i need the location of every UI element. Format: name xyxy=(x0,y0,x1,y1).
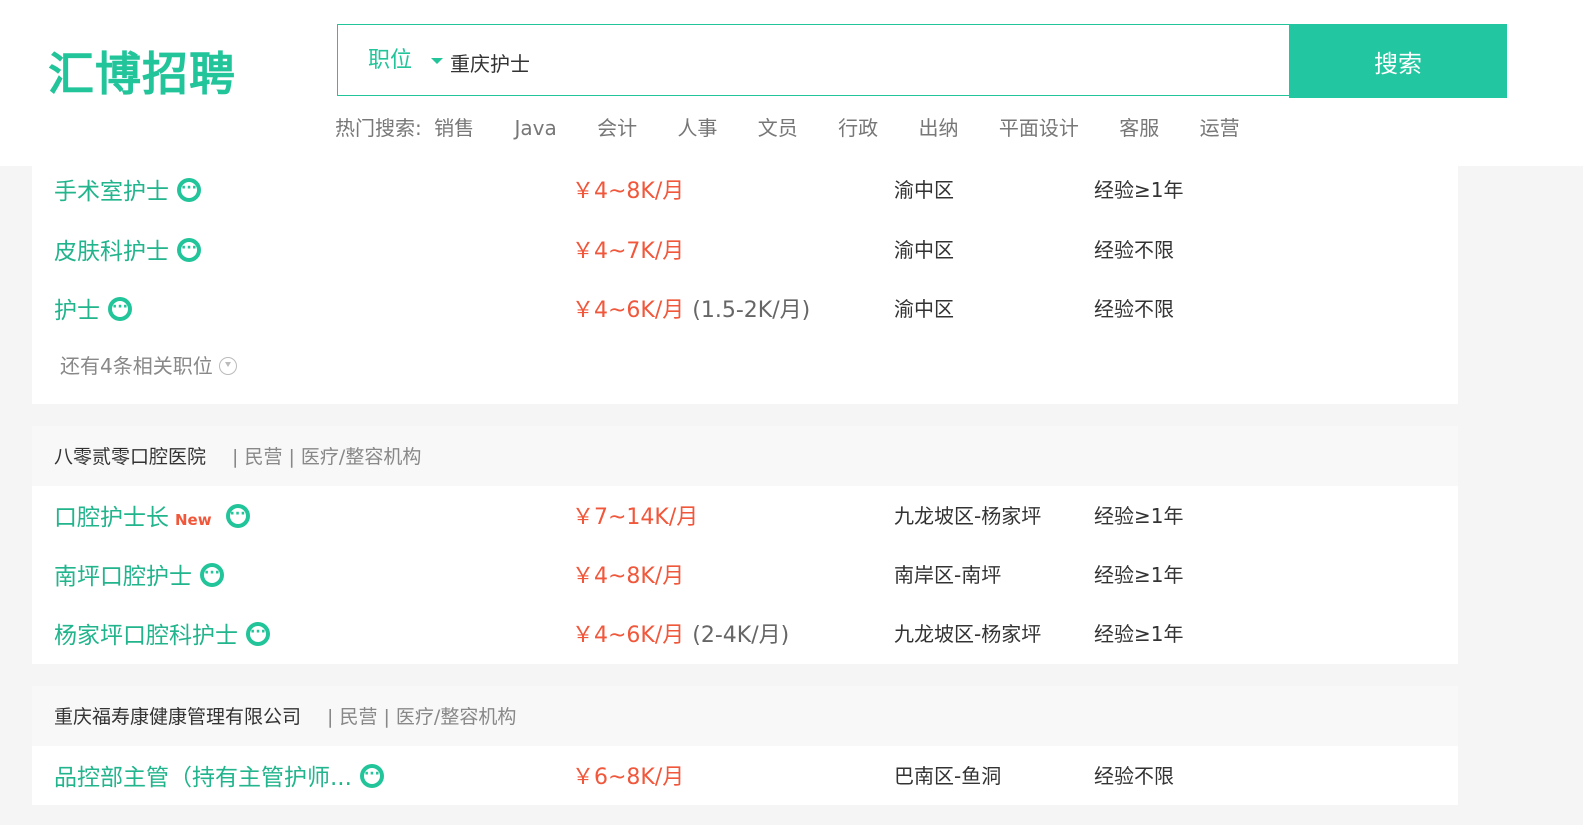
search-box: 职位 xyxy=(337,24,1289,96)
company-card: 八零贰零口腔医院 | 民营 | 医疗/整容机构 口腔护士长New ￥7~14K/月… xyxy=(32,426,1458,664)
job-experience: 经验不限 xyxy=(1094,238,1174,262)
company-meta: | 民营 | 医疗/整容机构 xyxy=(327,706,517,728)
job-row[interactable]: 手术室护士 ￥4~8K/月 渝中区 经验≥1年 xyxy=(32,160,1458,219)
hot-search-link[interactable]: 文员 xyxy=(758,116,798,140)
hot-searches: 热门搜索: 销售 Java 会计 人事 文员 行政 出纳 平面设计 客服 运营 xyxy=(335,113,1274,143)
job-salary: ￥4~6K/月 (2-4K/月) xyxy=(572,623,790,648)
job-area: 南岸区-南坪 xyxy=(894,563,1002,587)
caret-down-icon[interactable] xyxy=(431,58,443,64)
company-card: 手术室护士 ￥4~8K/月 渝中区 经验≥1年 皮肤科护士 ￥4~7K/月 渝中… xyxy=(32,160,1458,404)
chat-icon[interactable] xyxy=(177,237,201,262)
company-name-link[interactable]: 重庆福寿康健康管理有限公司 xyxy=(54,706,301,728)
job-title-link[interactable]: 南坪口腔护士 xyxy=(54,557,224,591)
company-meta: | 民营 | 医疗/整容机构 xyxy=(232,446,422,468)
search-button[interactable]: 搜索 xyxy=(1289,24,1507,98)
job-area: 九龙坡区-杨家坪 xyxy=(894,622,1042,646)
chat-icon[interactable] xyxy=(200,562,224,587)
job-row[interactable]: 品控部主管（持有主管护师... ￥6~8K/月 巴南区-鱼洞 经验不限 xyxy=(32,746,1458,805)
job-salary: ￥4~6K/月 (1.5-2K/月) xyxy=(572,298,811,323)
job-salary: ￥7~14K/月 xyxy=(572,505,699,530)
chat-icon[interactable] xyxy=(108,296,132,321)
hot-search-link[interactable]: 出纳 xyxy=(919,116,959,140)
job-experience: 经验≥1年 xyxy=(1094,178,1184,202)
chat-icon[interactable] xyxy=(177,177,201,202)
hot-search-link[interactable]: 会计 xyxy=(597,116,637,140)
job-experience: 经验不限 xyxy=(1094,297,1174,321)
company-header: 重庆福寿康健康管理有限公司 | 民营 | 医疗/整容机构 xyxy=(32,686,1458,746)
job-experience: 经验不限 xyxy=(1094,764,1174,788)
job-title-link[interactable]: 皮肤科护士 xyxy=(54,232,201,266)
hot-search-link[interactable]: 运营 xyxy=(1200,116,1240,140)
site-header: 汇博招聘 职位 搜索 热门搜索: 销售 Java 会计 人事 文员 行政 出纳 … xyxy=(0,0,1583,166)
job-area: 巴南区-鱼洞 xyxy=(894,764,1002,788)
chat-icon[interactable] xyxy=(359,763,384,788)
job-row[interactable]: 护士 ￥4~6K/月(1.5-2K/月) 渝中区 经验不限 xyxy=(32,279,1458,338)
site-logo[interactable]: 汇博招聘 xyxy=(48,44,236,104)
job-title-link[interactable]: 品控部主管（持有主管护师... xyxy=(54,758,384,792)
job-row[interactable]: 杨家坪口腔科护士 ￥4~6K/月(2-4K/月) 九龙坡区-杨家坪 经验≥1年 xyxy=(32,604,1458,663)
hot-search-link[interactable]: 客服 xyxy=(1119,116,1159,140)
search-input[interactable] xyxy=(448,41,1252,83)
company-info: 重庆福寿康健康管理有限公司 | 民营 | 医疗/整容机构 xyxy=(54,702,516,729)
new-badge: New xyxy=(175,511,212,529)
hot-search-link[interactable]: 平面设计 xyxy=(999,116,1079,140)
arrow-down-circle-icon xyxy=(218,357,237,375)
job-row[interactable]: 南坪口腔护士 ￥4~8K/月 南岸区-南坪 经验≥1年 xyxy=(32,545,1458,604)
chat-icon[interactable] xyxy=(225,503,250,528)
job-area: 渝中区 xyxy=(894,297,954,321)
more-jobs-link[interactable]: 还有4条相关职位 xyxy=(60,350,237,379)
job-area: 渝中区 xyxy=(894,178,954,202)
hot-search-link[interactable]: 人事 xyxy=(677,116,717,140)
job-salary: ￥4~8K/月 xyxy=(572,179,685,204)
job-title-link[interactable]: 口腔护士长 New xyxy=(54,498,250,532)
hot-search-label: 热门搜索: xyxy=(335,116,422,140)
hot-search-link[interactable]: 行政 xyxy=(838,116,878,140)
job-salary: ￥6~8K/月 xyxy=(572,765,685,790)
job-title-link[interactable]: 护士 xyxy=(54,291,132,325)
job-salary: ￥4~7K/月 xyxy=(572,239,685,264)
job-title-link[interactable]: 杨家坪口腔科护士 xyxy=(54,616,270,650)
company-card: 重庆福寿康健康管理有限公司 | 民营 | 医疗/整容机构 品控部主管（持有主管护师… xyxy=(32,686,1458,805)
chat-icon[interactable] xyxy=(246,621,270,646)
company-header: 八零贰零口腔医院 | 民营 | 医疗/整容机构 xyxy=(32,426,1458,486)
job-salary: ￥4~8K/月 xyxy=(572,564,685,589)
hot-search-link[interactable]: 销售 xyxy=(434,116,474,140)
job-row[interactable]: 口腔护士长New ￥7~14K/月 九龙坡区-杨家坪 经验≥1年 xyxy=(32,486,1458,545)
search-type-dropdown[interactable]: 职位 xyxy=(368,25,412,97)
job-area: 九龙坡区-杨家坪 xyxy=(894,504,1042,528)
company-name-link[interactable]: 八零贰零口腔医院 xyxy=(54,446,206,468)
job-title-link[interactable]: 手术室护士 xyxy=(54,172,201,206)
company-info: 八零贰零口腔医院 | 民营 | 医疗/整容机构 xyxy=(54,442,421,469)
job-row[interactable]: 皮肤科护士 ￥4~7K/月 渝中区 经验不限 xyxy=(32,220,1458,279)
hot-search-link[interactable]: Java xyxy=(514,116,556,140)
job-experience: 经验≥1年 xyxy=(1094,504,1184,528)
job-area: 渝中区 xyxy=(894,238,954,262)
job-experience: 经验≥1年 xyxy=(1094,622,1184,646)
job-experience: 经验≥1年 xyxy=(1094,563,1184,587)
